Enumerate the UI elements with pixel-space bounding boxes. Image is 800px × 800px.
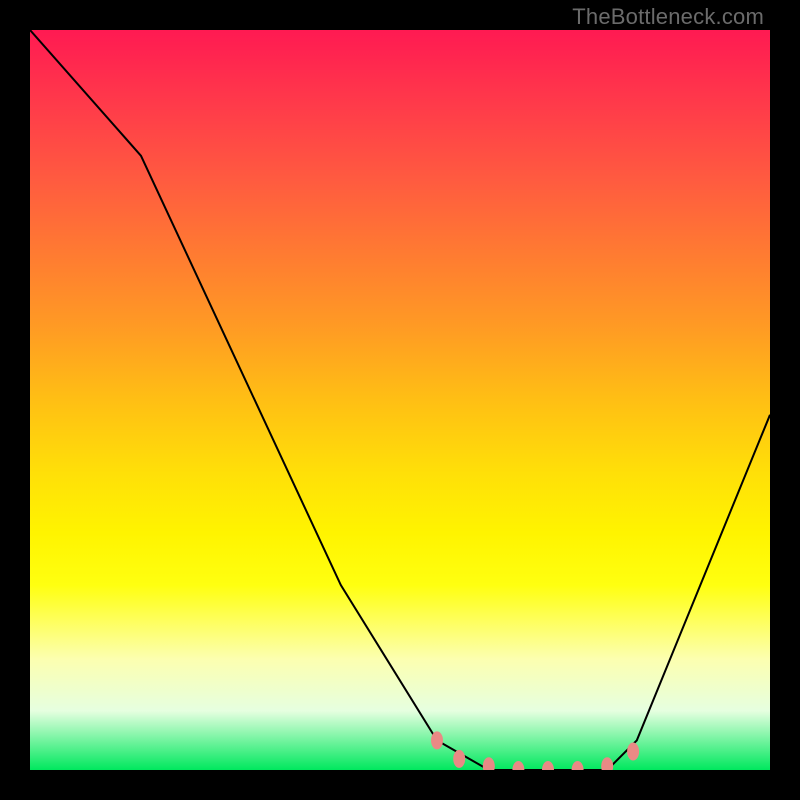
optimal-marker (431, 731, 443, 749)
optimal-marker (512, 761, 524, 770)
chart-frame (30, 30, 770, 770)
optimal-marker (483, 757, 495, 770)
optimal-marker (601, 757, 613, 770)
optimal-marker (572, 761, 584, 770)
optimal-marker (627, 743, 639, 761)
optimal-marker (453, 750, 465, 768)
watermark-text: TheBottleneck.com (572, 4, 764, 30)
optimal-markers (30, 30, 770, 770)
optimal-marker (542, 761, 554, 770)
marker-group (431, 731, 639, 770)
